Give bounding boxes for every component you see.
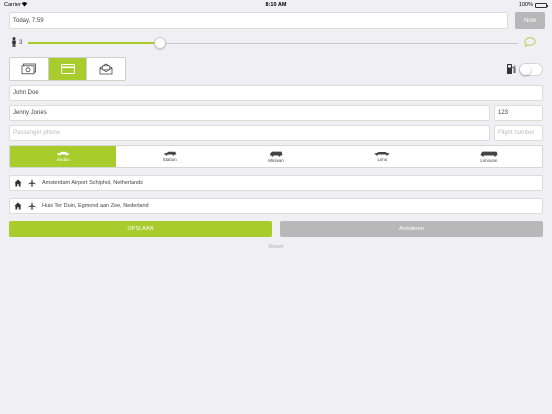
vehicle-station[interactable]: Station xyxy=(116,146,222,167)
invoice-icon xyxy=(99,63,113,75)
pickup-address: Amsterdam Airport Schiphol, Netherlands xyxy=(42,180,143,186)
vehicle-minivan[interactable]: Minivan xyxy=(223,146,329,167)
dropoff-address-field[interactable]: Huis Ter Duin, Egmond aan Zee, Nederland xyxy=(9,198,543,214)
home-icon[interactable] xyxy=(14,179,22,187)
fuel-icon xyxy=(507,64,516,74)
booker-name-field[interactable]: John Doe xyxy=(9,85,543,101)
payment-invoice-button[interactable] xyxy=(87,58,125,80)
vehicle-label: Limo xyxy=(377,157,388,162)
cash-icon xyxy=(21,63,36,75)
pickup-time-field[interactable]: Today, 7:59 xyxy=(9,12,508,29)
clock: 8:10 AM xyxy=(265,2,287,8)
flight-value: 123 xyxy=(498,110,509,116)
limovan-icon xyxy=(480,151,498,157)
passenger-name-field[interactable]: Jenny Jones xyxy=(9,105,490,121)
save-button[interactable]: OPSLAAN xyxy=(9,221,272,237)
flight-number-field[interactable]: Flight number xyxy=(494,125,543,141)
chat-icon[interactable] xyxy=(524,37,536,47)
airplane-icon[interactable] xyxy=(28,179,36,187)
pickup-time-value: Today, 7:59 xyxy=(13,17,44,24)
passenger-slider-thumb[interactable] xyxy=(154,37,167,49)
flight-field[interactable]: 123 xyxy=(494,105,543,121)
passenger-slider-fill xyxy=(28,42,161,44)
vehicle-limo[interactable]: Limo xyxy=(329,146,435,167)
battery-icon xyxy=(535,3,548,8)
home-icon[interactable] xyxy=(14,202,22,210)
payment-cash-button[interactable] xyxy=(10,58,49,80)
fuel-toggle[interactable] xyxy=(519,63,543,76)
sedan-icon xyxy=(57,151,70,156)
passenger-phone-field[interactable]: Passenger phone xyxy=(9,125,490,141)
vehicle-label: Minivan xyxy=(268,157,284,163)
card-icon xyxy=(60,64,75,74)
passenger-name-value: Jenny Jones xyxy=(13,110,47,116)
vehicle-selector: Sedan Station Minivan Limo Limovan xyxy=(9,145,543,168)
status-bar: Carrier 8:10 AM 100% xyxy=(0,0,552,10)
flight-number-placeholder: Flight number xyxy=(498,130,535,136)
reset-link[interactable]: Reset xyxy=(0,244,552,250)
cancel-button[interactable]: Annuleren xyxy=(280,221,543,237)
battery-percent: 100% xyxy=(518,2,533,8)
pickup-address-field[interactable]: Amsterdam Airport Schiphol, Netherlands xyxy=(9,175,543,191)
payment-card-button[interactable] xyxy=(48,58,88,80)
limo-icon xyxy=(374,152,390,156)
vehicle-label: Sedan xyxy=(56,157,70,162)
station-icon xyxy=(163,151,176,156)
vehicle-sedan[interactable]: Sedan xyxy=(10,146,117,167)
passenger-count: 3 xyxy=(19,40,23,46)
person-icon xyxy=(12,37,16,47)
dropoff-address: Huis Ter Duin, Egmond aan Zee, Nederland xyxy=(42,203,149,209)
vehicle-label: Station xyxy=(162,157,177,162)
booker-name-value: John Doe xyxy=(13,90,39,96)
minivan-icon xyxy=(270,151,283,157)
vehicle-limovan[interactable]: Limovan xyxy=(436,146,542,167)
airplane-icon[interactable] xyxy=(28,202,36,210)
payment-options xyxy=(9,57,126,81)
toggle-knob xyxy=(520,64,531,75)
vehicle-label: Limovan xyxy=(480,157,498,163)
now-button[interactable]: Now xyxy=(515,12,545,29)
passenger-phone-placeholder: Passenger phone xyxy=(13,130,61,136)
